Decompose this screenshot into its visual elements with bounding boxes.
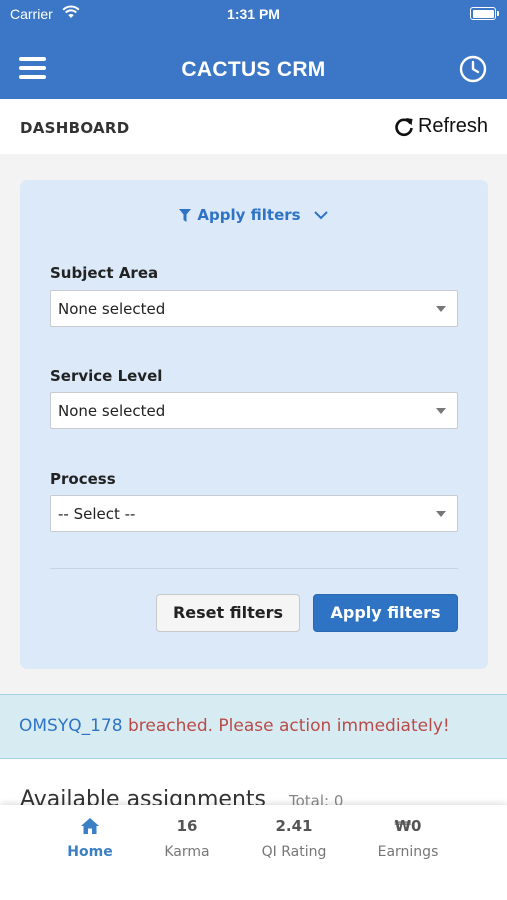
clock-icon[interactable] [459, 55, 487, 83]
service-level-value: None selected [58, 402, 166, 420]
process-select[interactable]: -- Select -- [50, 495, 458, 532]
karma-value: 16 [176, 817, 198, 835]
earnings-value: ₩0 [394, 817, 422, 835]
apply-filters-button[interactable]: Apply filters [313, 594, 458, 632]
refresh-button[interactable]: Refresh [394, 115, 488, 138]
filter-toggle-label: Apply filters [197, 206, 301, 224]
tab-karma[interactable]: 16 Karma [147, 805, 227, 860]
tab-karma-label: Karma [164, 844, 210, 860]
dashboard-bar: DASHBOARD Refresh [0, 99, 507, 154]
app-title: CACTUS CRM [181, 58, 326, 81]
caret-down-icon [436, 306, 446, 312]
home-icon [81, 818, 99, 834]
service-level-select[interactable]: None selected [50, 392, 458, 429]
status-bar: Carrier 1:31 PM [0, 0, 507, 30]
chevron-down-icon [313, 211, 328, 220]
process-value: -- Select -- [58, 505, 136, 523]
app-header: Carrier 1:31 PM CACTUS CRM [0, 0, 507, 99]
subject-area-value: None selected [58, 300, 166, 318]
tab-qi-rating-label: QI Rating [261, 844, 327, 860]
refresh-icon [395, 117, 413, 136]
tab-earnings-label: Earnings [377, 844, 439, 860]
assignment-link[interactable]: OMSYQ_178 [19, 716, 123, 736]
refresh-label: Refresh [417, 115, 488, 137]
filter-panel: Apply filters Subject Area None selected… [20, 180, 488, 669]
service-level-label: Service Level [50, 367, 163, 385]
qi-rating-value: 2.41 [275, 817, 313, 835]
subject-area-label: Subject Area [50, 264, 159, 282]
breach-alert: OMSYQ_178 breached. Please action immedi… [0, 694, 507, 759]
alert-message: breached. Please action immediately! [122, 716, 450, 736]
tab-qi-rating[interactable]: 2.41 QI Rating [249, 805, 339, 860]
apply-filters-toggle[interactable]: Apply filters [20, 206, 488, 224]
process-label: Process [50, 470, 116, 488]
caret-down-icon [436, 408, 446, 414]
filter-icon [179, 208, 192, 222]
page-title: DASHBOARD [20, 119, 130, 137]
tab-home-label: Home [67, 844, 113, 860]
tab-home[interactable]: Home [50, 805, 130, 860]
bottom-tab-bar: Home 16 Karma 2.41 QI Rating ₩0 Earnings [0, 805, 507, 900]
caret-down-icon [436, 511, 446, 517]
reset-filters-button[interactable]: Reset filters [156, 594, 300, 632]
clock-time: 1:31 PM [227, 6, 280, 22]
subject-area-select[interactable]: None selected [50, 290, 458, 327]
filter-divider [50, 568, 458, 569]
tab-earnings[interactable]: ₩0 Earnings [363, 805, 453, 860]
battery-icon [470, 7, 499, 20]
